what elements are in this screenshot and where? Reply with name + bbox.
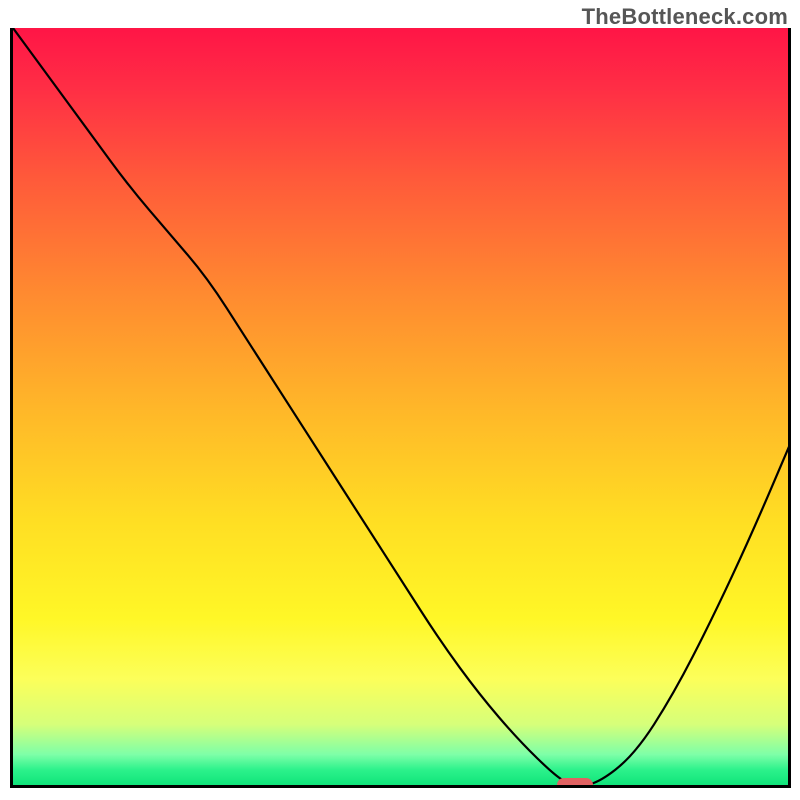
optimal-marker bbox=[557, 778, 593, 788]
chart-frame: TheBottleneck.com bbox=[0, 0, 800, 800]
plot-area bbox=[10, 28, 790, 788]
watermark-label: TheBottleneck.com bbox=[582, 4, 788, 30]
right-axis-border bbox=[788, 28, 791, 788]
gradient-background bbox=[13, 28, 790, 785]
